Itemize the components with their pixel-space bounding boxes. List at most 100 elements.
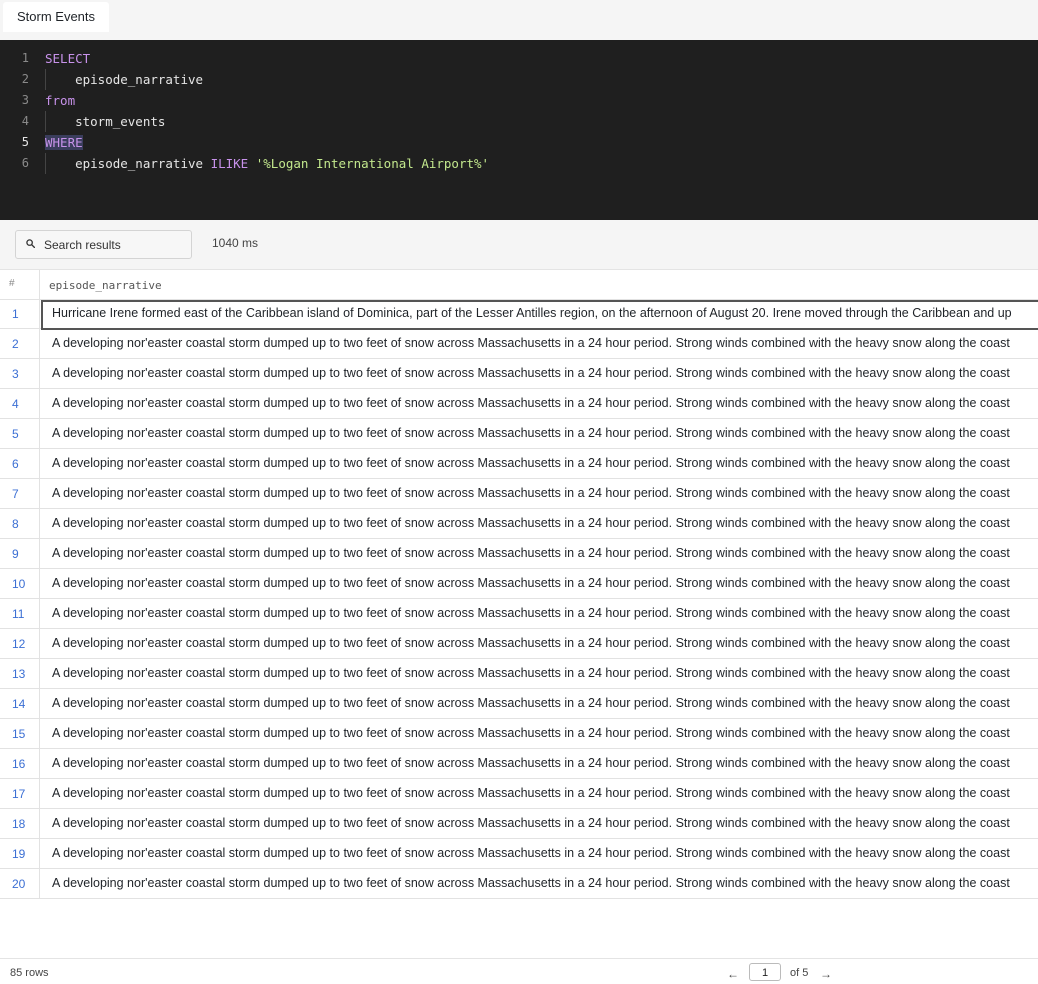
row-number: 15 bbox=[0, 719, 40, 748]
code-text: SELECT bbox=[45, 48, 90, 69]
table-row[interactable]: 20 A developing nor'easter coastal storm … bbox=[0, 869, 1038, 899]
results-toolbar: 1040 ms bbox=[0, 220, 1038, 270]
table-row[interactable]: 16 A developing nor'easter coastal storm … bbox=[0, 749, 1038, 779]
table-row[interactable]: 6 A developing nor'easter coastal storm d… bbox=[0, 449, 1038, 479]
line-number: 6 bbox=[21, 156, 29, 170]
table-row[interactable]: 2 A developing nor'easter coastal storm d… bbox=[0, 329, 1038, 359]
arrow-left-icon[interactable]: ← bbox=[727, 967, 739, 981]
row-number: 10 bbox=[0, 569, 40, 598]
table-cell-episode-narrative[interactable]: A developing nor'easter coastal storm du… bbox=[52, 419, 1038, 448]
code-keyword: from bbox=[45, 93, 76, 108]
code-keyword: ILIKE bbox=[210, 156, 249, 171]
table-row[interactable]: 1 Hurricane Irene formed east of the Cari… bbox=[0, 299, 1038, 330]
table-cell-episode-narrative[interactable]: A developing nor'easter coastal storm du… bbox=[52, 659, 1038, 688]
table-row[interactable]: 9 A developing nor'easter coastal storm d… bbox=[0, 539, 1038, 569]
sql-editor[interactable]: 1 SELECT 2 episode_narrative 3 from 4 storm_e… bbox=[0, 40, 1038, 220]
row-number: 1 bbox=[0, 299, 40, 328]
search-box[interactable] bbox=[15, 230, 192, 259]
table-row[interactable]: 11 A developing nor'easter coastal storm … bbox=[0, 599, 1038, 629]
query-timing: 1040 ms bbox=[212, 236, 259, 250]
table-cell-episode-narrative[interactable]: A developing nor'easter coastal storm du… bbox=[52, 839, 1038, 868]
column-header-episode-narrative[interactable]: episode_narrative bbox=[49, 279, 162, 292]
row-number: 8 bbox=[0, 509, 40, 538]
row-number: 19 bbox=[0, 839, 40, 868]
code-line[interactable]: 2 episode_narrative bbox=[0, 69, 1038, 90]
table-row[interactable]: 18 A developing nor'easter coastal storm … bbox=[0, 809, 1038, 839]
code-token: episode_narrative bbox=[45, 72, 204, 87]
code-keyword: WHERE bbox=[45, 135, 83, 150]
tab-storm-events[interactable]: Storm Events bbox=[3, 2, 110, 32]
row-number: 2 bbox=[0, 329, 40, 358]
table-row[interactable]: 7 A developing nor'easter coastal storm d… bbox=[0, 479, 1038, 509]
table-cell-episode-narrative[interactable]: A developing nor'easter coastal storm du… bbox=[52, 509, 1038, 538]
table-row[interactable]: 12 A developing nor'easter coastal storm … bbox=[0, 629, 1038, 659]
code-text: WHERE bbox=[45, 132, 83, 153]
row-number: 7 bbox=[0, 479, 40, 508]
table-row[interactable]: 5 A developing nor'easter coastal storm d… bbox=[0, 419, 1038, 449]
row-number: 13 bbox=[0, 659, 40, 688]
table-row[interactable]: 8 A developing nor'easter coastal storm d… bbox=[0, 509, 1038, 539]
table-cell-episode-narrative[interactable]: A developing nor'easter coastal storm du… bbox=[52, 449, 1038, 478]
table-cell-episode-narrative[interactable]: A developing nor'easter coastal storm du… bbox=[52, 629, 1038, 658]
results-footer: 85 rows ← 1 of 5 → bbox=[0, 958, 1038, 984]
code-text: episode_narrative bbox=[45, 69, 203, 90]
table-row[interactable]: 3 A developing nor'easter coastal storm d… bbox=[0, 359, 1038, 389]
table-cell-episode-narrative[interactable]: A developing nor'easter coastal storm du… bbox=[52, 719, 1038, 748]
line-number: 1 bbox=[21, 51, 29, 65]
table-cell-episode-narrative[interactable]: A developing nor'easter coastal storm du… bbox=[52, 749, 1038, 778]
table-cell-episode-narrative[interactable]: A developing nor'easter coastal storm du… bbox=[52, 389, 1038, 418]
code-line[interactable]: 3 from bbox=[0, 90, 1038, 111]
table-cell-episode-narrative[interactable]: A developing nor'easter coastal storm du… bbox=[52, 479, 1038, 508]
search-icon bbox=[26, 239, 35, 248]
row-number: 3 bbox=[0, 359, 40, 388]
code-keyword: SELECT bbox=[45, 51, 91, 66]
page-total-label: of 5 bbox=[790, 967, 809, 979]
tab-bar: Storm Events bbox=[0, 0, 1038, 40]
table-cell-episode-narrative[interactable]: A developing nor'easter coastal storm du… bbox=[52, 809, 1038, 838]
table-cell-episode-narrative[interactable]: A developing nor'easter coastal storm du… bbox=[52, 869, 1038, 898]
row-number: 20 bbox=[0, 869, 40, 898]
table-row[interactable]: 17 A developing nor'easter coastal storm … bbox=[0, 779, 1038, 809]
row-number: 17 bbox=[0, 779, 40, 808]
code-text: episode_narrative ILIKE '%Logan Internat… bbox=[45, 153, 489, 174]
search-input[interactable] bbox=[44, 231, 184, 258]
table-row[interactable]: 19 A developing nor'easter coastal storm … bbox=[0, 839, 1038, 869]
table-cell-episode-narrative[interactable]: A developing nor'easter coastal storm du… bbox=[52, 599, 1038, 628]
table-cell-episode-narrative[interactable]: A developing nor'easter coastal storm du… bbox=[52, 539, 1038, 568]
table-cell-episode-narrative[interactable]: A developing nor'easter coastal storm du… bbox=[52, 359, 1038, 388]
code-string: '%Logan International Airport%' bbox=[255, 156, 490, 171]
table-row[interactable]: 4 A developing nor'easter coastal storm d… bbox=[0, 389, 1038, 419]
row-number: 5 bbox=[0, 419, 40, 448]
table-row[interactable]: 15 A developing nor'easter coastal storm … bbox=[0, 719, 1038, 749]
table-cell-episode-narrative[interactable]: A developing nor'easter coastal storm du… bbox=[52, 779, 1038, 808]
row-number: 4 bbox=[0, 389, 40, 418]
table-cell-episode-narrative[interactable]: Hurricane Irene formed east of the Carib… bbox=[52, 299, 1038, 328]
code-text: from bbox=[45, 90, 75, 111]
table-header: # episode_narrative bbox=[0, 270, 1038, 300]
table-cell-episode-narrative[interactable]: A developing nor'easter coastal storm du… bbox=[52, 329, 1038, 358]
row-number: 14 bbox=[0, 689, 40, 718]
code-token: episode_narrative bbox=[45, 156, 211, 171]
code-line[interactable]: 4 storm_events bbox=[0, 111, 1038, 132]
code-line[interactable]: 6 episode_narrative ILIKE '%Logan Intern… bbox=[0, 153, 1038, 174]
page-number-input[interactable]: 1 bbox=[749, 963, 781, 981]
table-cell-episode-narrative[interactable]: A developing nor'easter coastal storm du… bbox=[52, 689, 1038, 718]
line-number: 3 bbox=[21, 93, 29, 107]
table-row[interactable]: 10 A developing nor'easter coastal storm … bbox=[0, 569, 1038, 599]
table-row[interactable]: 14 A developing nor'easter coastal storm … bbox=[0, 689, 1038, 719]
row-number: 11 bbox=[0, 599, 40, 628]
line-number: 5 bbox=[21, 135, 29, 149]
row-number-header: # bbox=[0, 270, 40, 299]
row-number: 9 bbox=[0, 539, 40, 568]
code-line[interactable]: 1 SELECT bbox=[0, 48, 1038, 69]
row-number: 6 bbox=[0, 449, 40, 478]
code-token: storm_events bbox=[45, 114, 166, 129]
table-row[interactable]: 13 A developing nor'easter coastal storm … bbox=[0, 659, 1038, 689]
row-number: 12 bbox=[0, 629, 40, 658]
code-line[interactable]: 5 WHERE bbox=[0, 132, 1038, 153]
line-number: 4 bbox=[21, 114, 29, 128]
table-cell-episode-narrative[interactable]: A developing nor'easter coastal storm du… bbox=[52, 569, 1038, 598]
code-text: storm_events bbox=[45, 111, 165, 132]
arrow-right-icon[interactable]: → bbox=[820, 967, 832, 981]
